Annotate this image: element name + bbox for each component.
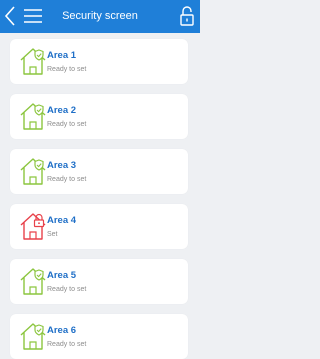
area-card-2[interactable]: Area 2 Ready to set: [10, 94, 188, 139]
area-status: Ready to set: [47, 66, 87, 73]
house-shield-icon: [20, 268, 46, 295]
area-name: Area 2: [47, 105, 77, 116]
area-name: Area 3: [47, 160, 77, 171]
area-status: Ready to set: [47, 286, 87, 293]
house-shield-icon: [20, 103, 46, 130]
area-card-5[interactable]: Area 5 Ready to set: [10, 259, 188, 304]
house-shield-icon: [20, 158, 46, 185]
area-status: Set: [47, 231, 58, 238]
area-card-1[interactable]: Area 1 Ready to set: [10, 39, 188, 84]
area-name: Area 4: [47, 215, 77, 226]
area-status: Ready to set: [47, 176, 87, 183]
area-card-6[interactable]: Area 6 Ready to set: [10, 314, 188, 359]
area-card-3[interactable]: Area 3 Ready to set: [10, 149, 188, 194]
unlock-icon[interactable]: [180, 6, 194, 26]
house-shield-icon: [20, 323, 46, 350]
house-lock-icon: [20, 213, 46, 240]
area-status: Ready to set: [47, 341, 87, 348]
area-status: Ready to set: [47, 121, 87, 128]
page-title: Security screen: [62, 10, 138, 22]
house-shield-icon: [20, 48, 46, 75]
top-bar: Security screen: [0, 0, 200, 33]
area-card-4[interactable]: Area 4 Set: [10, 204, 188, 249]
area-name: Area 1: [47, 50, 77, 61]
area-name: Area 6: [47, 325, 77, 336]
area-name: Area 5: [47, 270, 77, 281]
